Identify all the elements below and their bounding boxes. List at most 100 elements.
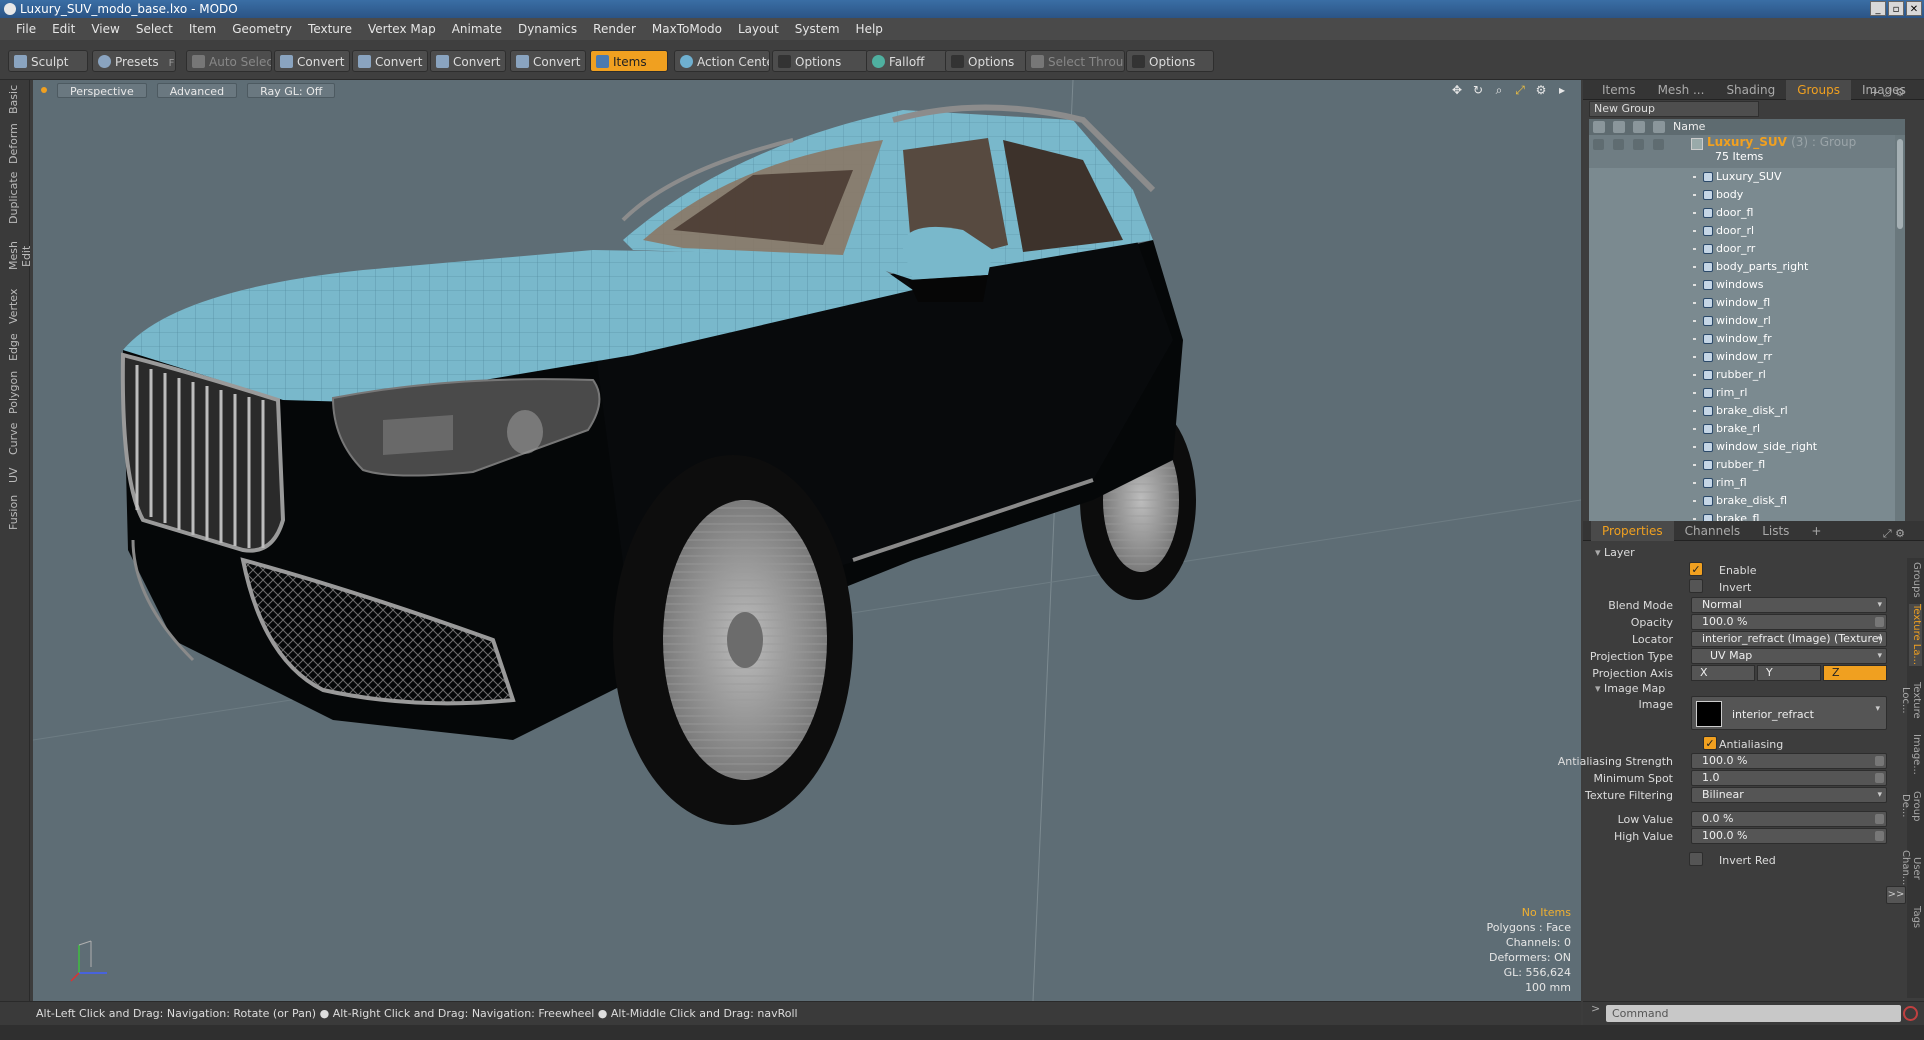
convert-button-2[interactable]: Convert xyxy=(352,50,428,72)
invert-checkbox[interactable] xyxy=(1689,579,1703,593)
tab-curve[interactable]: Curve xyxy=(7,422,23,456)
menu-view[interactable]: View xyxy=(91,22,119,36)
group-item-row[interactable]: window_fr xyxy=(1589,330,1905,348)
aa-strength-field[interactable]: 100.0 % xyxy=(1691,753,1887,769)
tab-uv[interactable]: UV xyxy=(7,464,23,486)
group-item-row[interactable]: rubber_rl xyxy=(1589,366,1905,384)
eye-icon[interactable] xyxy=(1593,139,1604,150)
image-select[interactable]: interior_refract ▾ xyxy=(1691,696,1887,730)
menu-maxtomodo[interactable]: MaxToModo xyxy=(652,22,722,36)
menu-dynamics[interactable]: Dynamics xyxy=(518,22,577,36)
group-item-row[interactable]: brake_disk_fl xyxy=(1589,492,1905,510)
side-tab-image[interactable]: Image... xyxy=(1909,734,1922,775)
pan-icon[interactable]: ✥ xyxy=(1450,83,1464,97)
side-tab-texture-locator[interactable]: Texture Loc... xyxy=(1900,670,1922,730)
menu-vertex-map[interactable]: Vertex Map xyxy=(368,22,436,36)
group-item-row[interactable]: brake_disk_rl xyxy=(1589,402,1905,420)
antialiasing-checkbox[interactable]: ✓ xyxy=(1703,736,1717,750)
group-item-row[interactable]: window_side_right xyxy=(1589,438,1905,456)
record-macro-icon[interactable] xyxy=(1903,1006,1918,1021)
action-center-options-button[interactable]: Options xyxy=(772,50,868,72)
side-tab-tags[interactable]: Tags xyxy=(1909,902,1922,932)
select-options-button[interactable]: Options xyxy=(1126,50,1214,72)
shading-mode-button[interactable]: Advanced xyxy=(156,82,238,98)
texture-filtering-select[interactable]: Bilinear ▾ xyxy=(1691,787,1887,803)
select-icon[interactable] xyxy=(1653,139,1664,150)
tab-mesh-edit[interactable]: Mesh Edit xyxy=(7,230,33,282)
3d-viewport[interactable]: Perspective Advanced Ray GL: Off ✥ ↻ ⌕ ⤢… xyxy=(33,80,1581,1001)
sculpt-button[interactable]: Sculpt xyxy=(8,50,88,72)
group-item-row[interactable]: window_rl xyxy=(1589,312,1905,330)
render-icon[interactable] xyxy=(1613,139,1624,150)
tab-polygon[interactable]: Polygon xyxy=(7,370,23,414)
group-item-row[interactable]: windows xyxy=(1589,276,1905,294)
tab-deform[interactable]: Deform xyxy=(7,123,23,164)
projection-type-select[interactable]: UV Map ▾ xyxy=(1691,648,1887,664)
axis-x-button[interactable]: X xyxy=(1691,665,1755,681)
tab-properties[interactable]: Properties xyxy=(1591,520,1674,541)
name-column-header[interactable]: Name xyxy=(1673,119,1705,135)
axis-y-button[interactable]: Y xyxy=(1757,665,1821,681)
viewport-menu-dot[interactable] xyxy=(41,87,47,93)
menu-edit[interactable]: Edit xyxy=(52,22,75,36)
maximize-button[interactable]: ▫ xyxy=(1888,1,1904,16)
tab-mesh[interactable]: Mesh ... xyxy=(1647,80,1716,100)
side-tab-texture-layer[interactable]: Texture La... xyxy=(1909,604,1922,666)
group-item-row[interactable]: Luxury_SUV xyxy=(1589,168,1905,186)
tab-fusion[interactable]: Fusion xyxy=(7,494,23,530)
minimize-button[interactable]: _ xyxy=(1870,1,1886,16)
tab-basic[interactable]: Basic xyxy=(7,84,23,114)
panel-options-icon[interactable]: + ⤢ ⚙ xyxy=(1859,83,1916,103)
add-tab-icon[interactable]: + xyxy=(1800,521,1832,541)
tab-groups[interactable]: Groups xyxy=(1786,79,1851,100)
command-input[interactable]: Command xyxy=(1606,1005,1901,1022)
group-item-row[interactable]: rubber_fl xyxy=(1589,456,1905,474)
group-item-row[interactable]: body xyxy=(1589,186,1905,204)
render-column-icon[interactable] xyxy=(1613,121,1625,133)
group-item-row[interactable]: door_rr xyxy=(1589,240,1905,258)
group-root-row[interactable]: Luxury_SUV (3) : Group 75 Items xyxy=(1589,135,1905,168)
close-button[interactable]: ✕ xyxy=(1906,1,1922,16)
lock-column-icon[interactable] xyxy=(1633,121,1645,133)
convert-button-3[interactable]: Convert xyxy=(430,50,506,72)
menu-render[interactable]: Render xyxy=(593,22,636,36)
group-item-row[interactable]: window_rr xyxy=(1589,348,1905,366)
menu-system[interactable]: System xyxy=(795,22,840,36)
group-item-row[interactable]: brake_rl xyxy=(1589,420,1905,438)
group-item-row[interactable]: door_fl xyxy=(1589,204,1905,222)
menu-geometry[interactable]: Geometry xyxy=(232,22,292,36)
select-column-icon[interactable] xyxy=(1653,121,1665,133)
group-item-row[interactable]: body_parts_right xyxy=(1589,258,1905,276)
blend-mode-select[interactable]: Normal ▾ xyxy=(1691,597,1887,613)
section-layer[interactable]: Layer xyxy=(1595,546,1635,559)
high-value-field[interactable]: 100.0 % xyxy=(1691,828,1887,844)
menu-file[interactable]: File xyxy=(16,22,36,36)
props-options-icon[interactable]: ⤢ ⚙ xyxy=(1872,524,1916,544)
view-type-button[interactable]: Perspective xyxy=(57,82,147,98)
min-spot-field[interactable]: 1.0 xyxy=(1691,770,1887,786)
fit-icon[interactable]: ⤢ xyxy=(1513,83,1527,97)
items-mode-button[interactable]: Items xyxy=(590,50,668,72)
menu-animate[interactable]: Animate xyxy=(452,22,502,36)
lock-icon[interactable] xyxy=(1633,139,1644,150)
new-group-button[interactable]: New Group xyxy=(1589,101,1759,117)
zoom-icon[interactable]: ⌕ xyxy=(1492,83,1506,97)
rotate-icon[interactable]: ↻ xyxy=(1471,83,1485,97)
invert-red-checkbox[interactable] xyxy=(1689,852,1703,866)
side-tab-groups[interactable]: Groups xyxy=(1909,560,1922,600)
raygl-toggle-button[interactable]: Ray GL: Off xyxy=(247,82,336,98)
auto-select-button[interactable]: Auto Select xyxy=(186,50,272,72)
falloff-options-button[interactable]: Options xyxy=(945,50,1027,72)
menu-item[interactable]: Item xyxy=(189,22,216,36)
section-image-map[interactable]: Image Map xyxy=(1595,682,1665,695)
group-item-row[interactable]: rim_rl xyxy=(1589,384,1905,402)
group-item-row[interactable]: door_rl xyxy=(1589,222,1905,240)
falloff-button[interactable]: Falloff xyxy=(866,50,948,72)
tab-lists[interactable]: Lists xyxy=(1751,521,1800,541)
tab-duplicate[interactable]: Duplicate xyxy=(7,172,23,224)
tab-edge[interactable]: Edge xyxy=(7,332,23,362)
suv-model-render[interactable] xyxy=(33,80,1581,1001)
side-tab-user-channels[interactable]: User Chan... xyxy=(1900,838,1922,898)
settings-icon[interactable]: ⚙ xyxy=(1534,83,1548,97)
tab-channels[interactable]: Channels xyxy=(1674,521,1752,541)
